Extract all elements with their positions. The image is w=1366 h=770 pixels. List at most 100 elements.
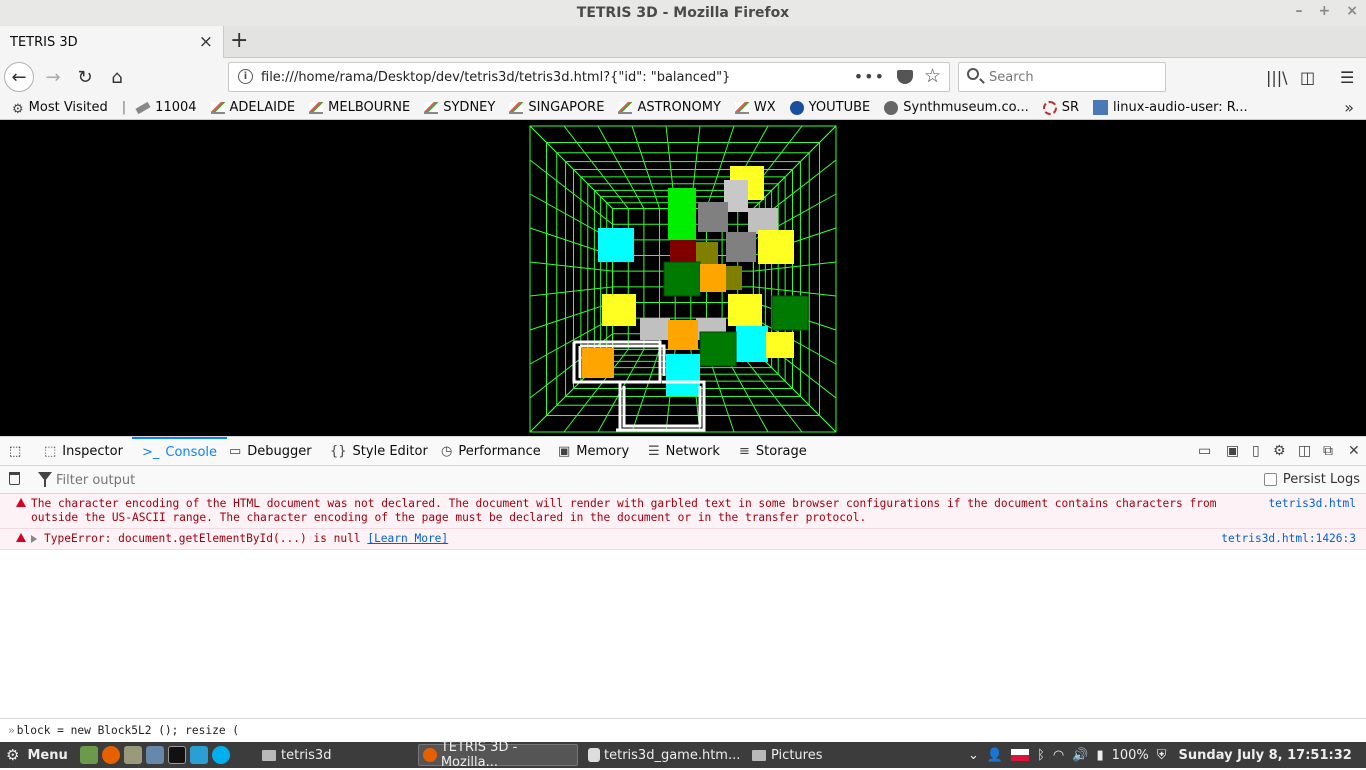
home-button[interactable]: ⌂: [102, 62, 132, 92]
site-info-icon[interactable]: i: [238, 69, 253, 84]
pocket-icon[interactable]: [897, 70, 913, 84]
url-text[interactable]: file:///home/rama/Desktop/dev/tetris3d/t…: [261, 70, 730, 85]
expand-arrow-icon[interactable]: [31, 535, 37, 543]
bookmark-astronomy[interactable]: ASTRONOMY: [618, 100, 721, 115]
terminal-launcher-icon[interactable]: [168, 746, 186, 764]
menu-icon[interactable]: ☰: [1340, 68, 1354, 87]
bookmark-youtube[interactable]: YOUTUBE: [789, 100, 871, 115]
bookmark-wx[interactable]: WX: [734, 100, 776, 115]
settings-launcher-icon[interactable]: [146, 746, 164, 764]
sr-icon: [1042, 100, 1057, 115]
new-tab-button[interactable]: +: [230, 28, 248, 53]
keyboard-layout-flag-icon[interactable]: [1011, 749, 1030, 761]
filter-icon[interactable]: [38, 472, 52, 487]
console-error-message: TypeError: document.getElementById(...) …: [0, 529, 1366, 550]
bookmark-label: YOUTUBE: [808, 100, 871, 115]
tetris-well-canvas[interactable]: [0, 120, 1366, 436]
bookmark-singapore[interactable]: SINGAPORE: [509, 100, 604, 115]
url-bar[interactable]: i file:///home/rama/Desktop/dev/tetris3d…: [228, 62, 950, 92]
tab-label: Debugger: [247, 444, 312, 459]
bluetooth-icon[interactable]: ᛒ: [1037, 748, 1045, 763]
clock[interactable]: Sunday July 8, 17:51:32: [1179, 748, 1352, 763]
bookmarks-overflow-icon[interactable]: »: [1344, 98, 1354, 117]
console-input-text[interactable]: block = new Block5L2 (); resize (: [17, 724, 239, 737]
files-launcher-icon[interactable]: [124, 746, 142, 764]
wifi-icon[interactable]: ◠: [1053, 748, 1064, 763]
undock-icon[interactable]: ⧉: [1323, 443, 1333, 459]
minimize-icon[interactable]: –: [1296, 3, 1303, 19]
close-window-icon[interactable]: ×: [1346, 3, 1358, 19]
bookmark-adelaide[interactable]: ADELAIDE: [210, 100, 295, 115]
search-input[interactable]: Search: [958, 62, 1166, 92]
clear-console-icon[interactable]: [9, 472, 20, 485]
tab-debugger[interactable]: ▭ Debugger: [229, 437, 312, 466]
bookmark-synthmuseum[interactable]: Synthmuseum.co...: [884, 100, 1029, 115]
show-desktop-icon[interactable]: [80, 746, 98, 764]
inspector-icon: ⬚: [44, 444, 57, 459]
bookmark-11004[interactable]: 11004: [135, 100, 197, 115]
battery-icon[interactable]: ▮: [1096, 748, 1103, 763]
taskbar-window-pictures[interactable]: Pictures: [748, 744, 904, 766]
persist-logs-toggle[interactable]: Persist Logs: [1263, 472, 1360, 487]
user-icon[interactable]: 👤: [987, 748, 1003, 763]
bookmark-most-visited[interactable]: ⚙ Most Visited: [12, 100, 108, 117]
back-button[interactable]: ←: [4, 62, 34, 92]
skype-alt-launcher-icon[interactable]: [212, 746, 230, 764]
tab-performance[interactable]: ◷ Performance: [441, 437, 541, 466]
tab-inspector[interactable]: ⬚ Inspector: [44, 437, 123, 466]
tab-tetris3d[interactable]: TETRIS 3D ×: [0, 26, 224, 58]
responsive-mode-icon[interactable]: ▯: [1252, 443, 1260, 459]
tab-label: TETRIS 3D: [10, 34, 78, 50]
bookmark-linux-audio[interactable]: linux-audio-user: R...: [1093, 100, 1248, 115]
volume-icon[interactable]: 🔊: [1072, 748, 1088, 763]
tab-close-icon[interactable]: ×: [199, 32, 213, 52]
maximize-icon[interactable]: +: [1319, 3, 1331, 19]
menu-button[interactable]: ⚙ Menu: [6, 742, 68, 768]
message-source-link[interactable]: tetris3d.html:1426:3: [1221, 532, 1356, 546]
learn-more-link[interactable]: [Learn More]: [367, 532, 448, 545]
bookmark-label: SINGAPORE: [528, 100, 605, 115]
console-input[interactable]: » block = new Block5L2 (); resize (: [0, 718, 1366, 742]
settings-gear-icon[interactable]: ⚙: [1273, 443, 1286, 459]
bookmark-label: ASTRONOMY: [637, 100, 721, 115]
dock-side-icon[interactable]: ◫: [1298, 443, 1311, 459]
bookmark-star-icon[interactable]: ☆: [924, 65, 941, 87]
firefox-icon: [423, 748, 437, 762]
block: [699, 331, 737, 367]
element-picker-icon[interactable]: ⬚: [9, 437, 21, 466]
reload-button[interactable]: ↻: [70, 62, 100, 92]
library-icon[interactable]: |||\: [1266, 68, 1288, 87]
firefox-launcher-icon[interactable]: [102, 746, 120, 764]
tab-network[interactable]: ☰ Network: [648, 437, 720, 466]
tab-storage[interactable]: ≡ Storage: [739, 437, 807, 466]
close-devtools-icon[interactable]: ✕: [1348, 443, 1360, 459]
console-output: The character encoding of the HTML docum…: [0, 494, 1366, 718]
sidebar-icon[interactable]: ◫: [1300, 68, 1315, 87]
taskbar-window-editor[interactable]: tetris3d_game.htm...: [584, 744, 744, 766]
taskbar-window-firefox[interactable]: TETRIS 3D - Mozilla...: [418, 740, 578, 770]
forward-button[interactable]: →: [38, 62, 68, 92]
taskbar-window-tetris3d[interactable]: tetris3d: [258, 744, 414, 766]
tab-memory[interactable]: ▣ Memory: [558, 437, 629, 466]
bookmark-sr[interactable]: SR: [1042, 100, 1079, 115]
bookmark-melbourne[interactable]: MELBOURNE: [309, 100, 410, 115]
bookmark-sydney[interactable]: SYDNEY: [424, 100, 495, 115]
message-source-link[interactable]: tetris3d.html: [1268, 497, 1356, 511]
tab-style-editor[interactable]: {} Style Editor: [330, 437, 428, 466]
block: [598, 228, 634, 262]
dock-options-icon[interactable]: ▭: [1198, 443, 1211, 459]
filter-output-input[interactable]: [56, 470, 656, 490]
page-actions-icon[interactable]: •••: [854, 67, 885, 86]
shield-icon[interactable]: ⛨: [1157, 748, 1167, 763]
game-viewport[interactable]: [0, 120, 1366, 436]
tab-label: Memory: [576, 444, 630, 459]
chart-icon: [734, 101, 749, 114]
system-taskbar: ⚙ Menu tetris3d TETRIS 3D - Mozilla... t…: [0, 740, 1366, 770]
skype-launcher-icon[interactable]: [190, 746, 208, 764]
persist-logs-checkbox[interactable]: [1263, 473, 1277, 486]
tray-arrow-icon[interactable]: ⌄: [968, 748, 979, 763]
split-console-icon[interactable]: ▣: [1226, 443, 1239, 459]
tab-label: Inspector: [62, 444, 123, 459]
tab-label: Console: [165, 445, 218, 460]
tab-console[interactable]: >_ Console: [132, 437, 228, 466]
